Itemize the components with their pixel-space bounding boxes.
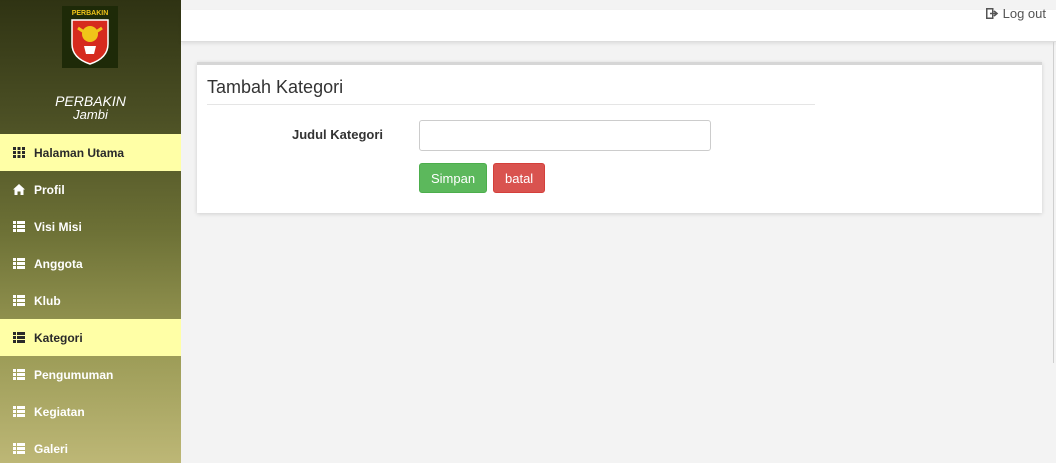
form-panel: Tambah Kategori Judul Kategori Simpan ba… <box>197 62 1042 213</box>
brand-name: PERBAKIN <box>55 93 126 109</box>
list-icon <box>13 295 25 306</box>
home-icon <box>13 184 25 195</box>
perbakin-logo: PERBAKIN <box>62 6 118 68</box>
sidebar-item-label: Profil <box>34 182 65 197</box>
top-bar: Log out <box>181 6 1056 42</box>
brand-region: Jambi <box>73 107 108 122</box>
logout-label: Log out <box>1002 6 1046 21</box>
sidebar-nav: Halaman Utama Profil Visi Misi Anggota K… <box>0 134 181 463</box>
logout-icon <box>985 8 998 19</box>
sidebar-item-klub[interactable]: Klub <box>0 282 181 319</box>
judul-kategori-input[interactable] <box>419 120 711 151</box>
sidebar-item-label: Kategori <box>34 330 83 345</box>
cancel-button[interactable]: batal <box>493 163 546 193</box>
list-icon <box>13 443 25 454</box>
sidebar-item-label: Galeri <box>34 441 69 456</box>
sidebar-item-label: Halaman Utama <box>34 145 125 160</box>
list-icon <box>13 369 25 380</box>
judul-kategori-label: Judul Kategori <box>292 127 384 142</box>
grid-icon <box>13 147 25 158</box>
sidebar-item-label: Pengumuman <box>34 367 114 382</box>
sidebar-item-kategori[interactable]: Kategori <box>0 319 181 356</box>
page-title: Tambah Kategori <box>207 77 815 105</box>
list-icon <box>13 221 25 232</box>
sidebar-item-label: Visi Misi <box>34 219 82 234</box>
sidebar-item-anggota[interactable]: Anggota <box>0 245 181 282</box>
logout-link[interactable]: Log out <box>985 6 1046 21</box>
sidebar-item-kegiatan[interactable]: Kegiatan <box>0 393 181 430</box>
sidebar-brand: PERBAKIN PERBAKIN Jambi <box>0 0 181 134</box>
list-icon <box>13 406 25 417</box>
save-button[interactable]: Simpan <box>419 163 488 193</box>
sidebar-item-halaman-utama[interactable]: Halaman Utama <box>0 134 181 171</box>
sidebar: PERBAKIN PERBAKIN Jambi Halaman Utama Pr… <box>0 0 181 463</box>
sidebar-item-visi-misi[interactable]: Visi Misi <box>0 208 181 245</box>
sidebar-item-label: Klub <box>34 293 61 308</box>
sidebar-item-profil[interactable]: Profil <box>0 171 181 208</box>
sidebar-item-label: Anggota <box>34 256 83 271</box>
list-icon <box>13 258 25 269</box>
svg-text:PERBAKIN: PERBAKIN <box>72 10 109 17</box>
list-icon <box>13 332 25 343</box>
sidebar-item-galeri[interactable]: Galeri <box>0 430 181 463</box>
sidebar-item-pengumuman[interactable]: Pengumuman <box>0 356 181 393</box>
scrollbar-edge <box>1053 42 1054 363</box>
sidebar-item-label: Kegiatan <box>34 404 85 419</box>
